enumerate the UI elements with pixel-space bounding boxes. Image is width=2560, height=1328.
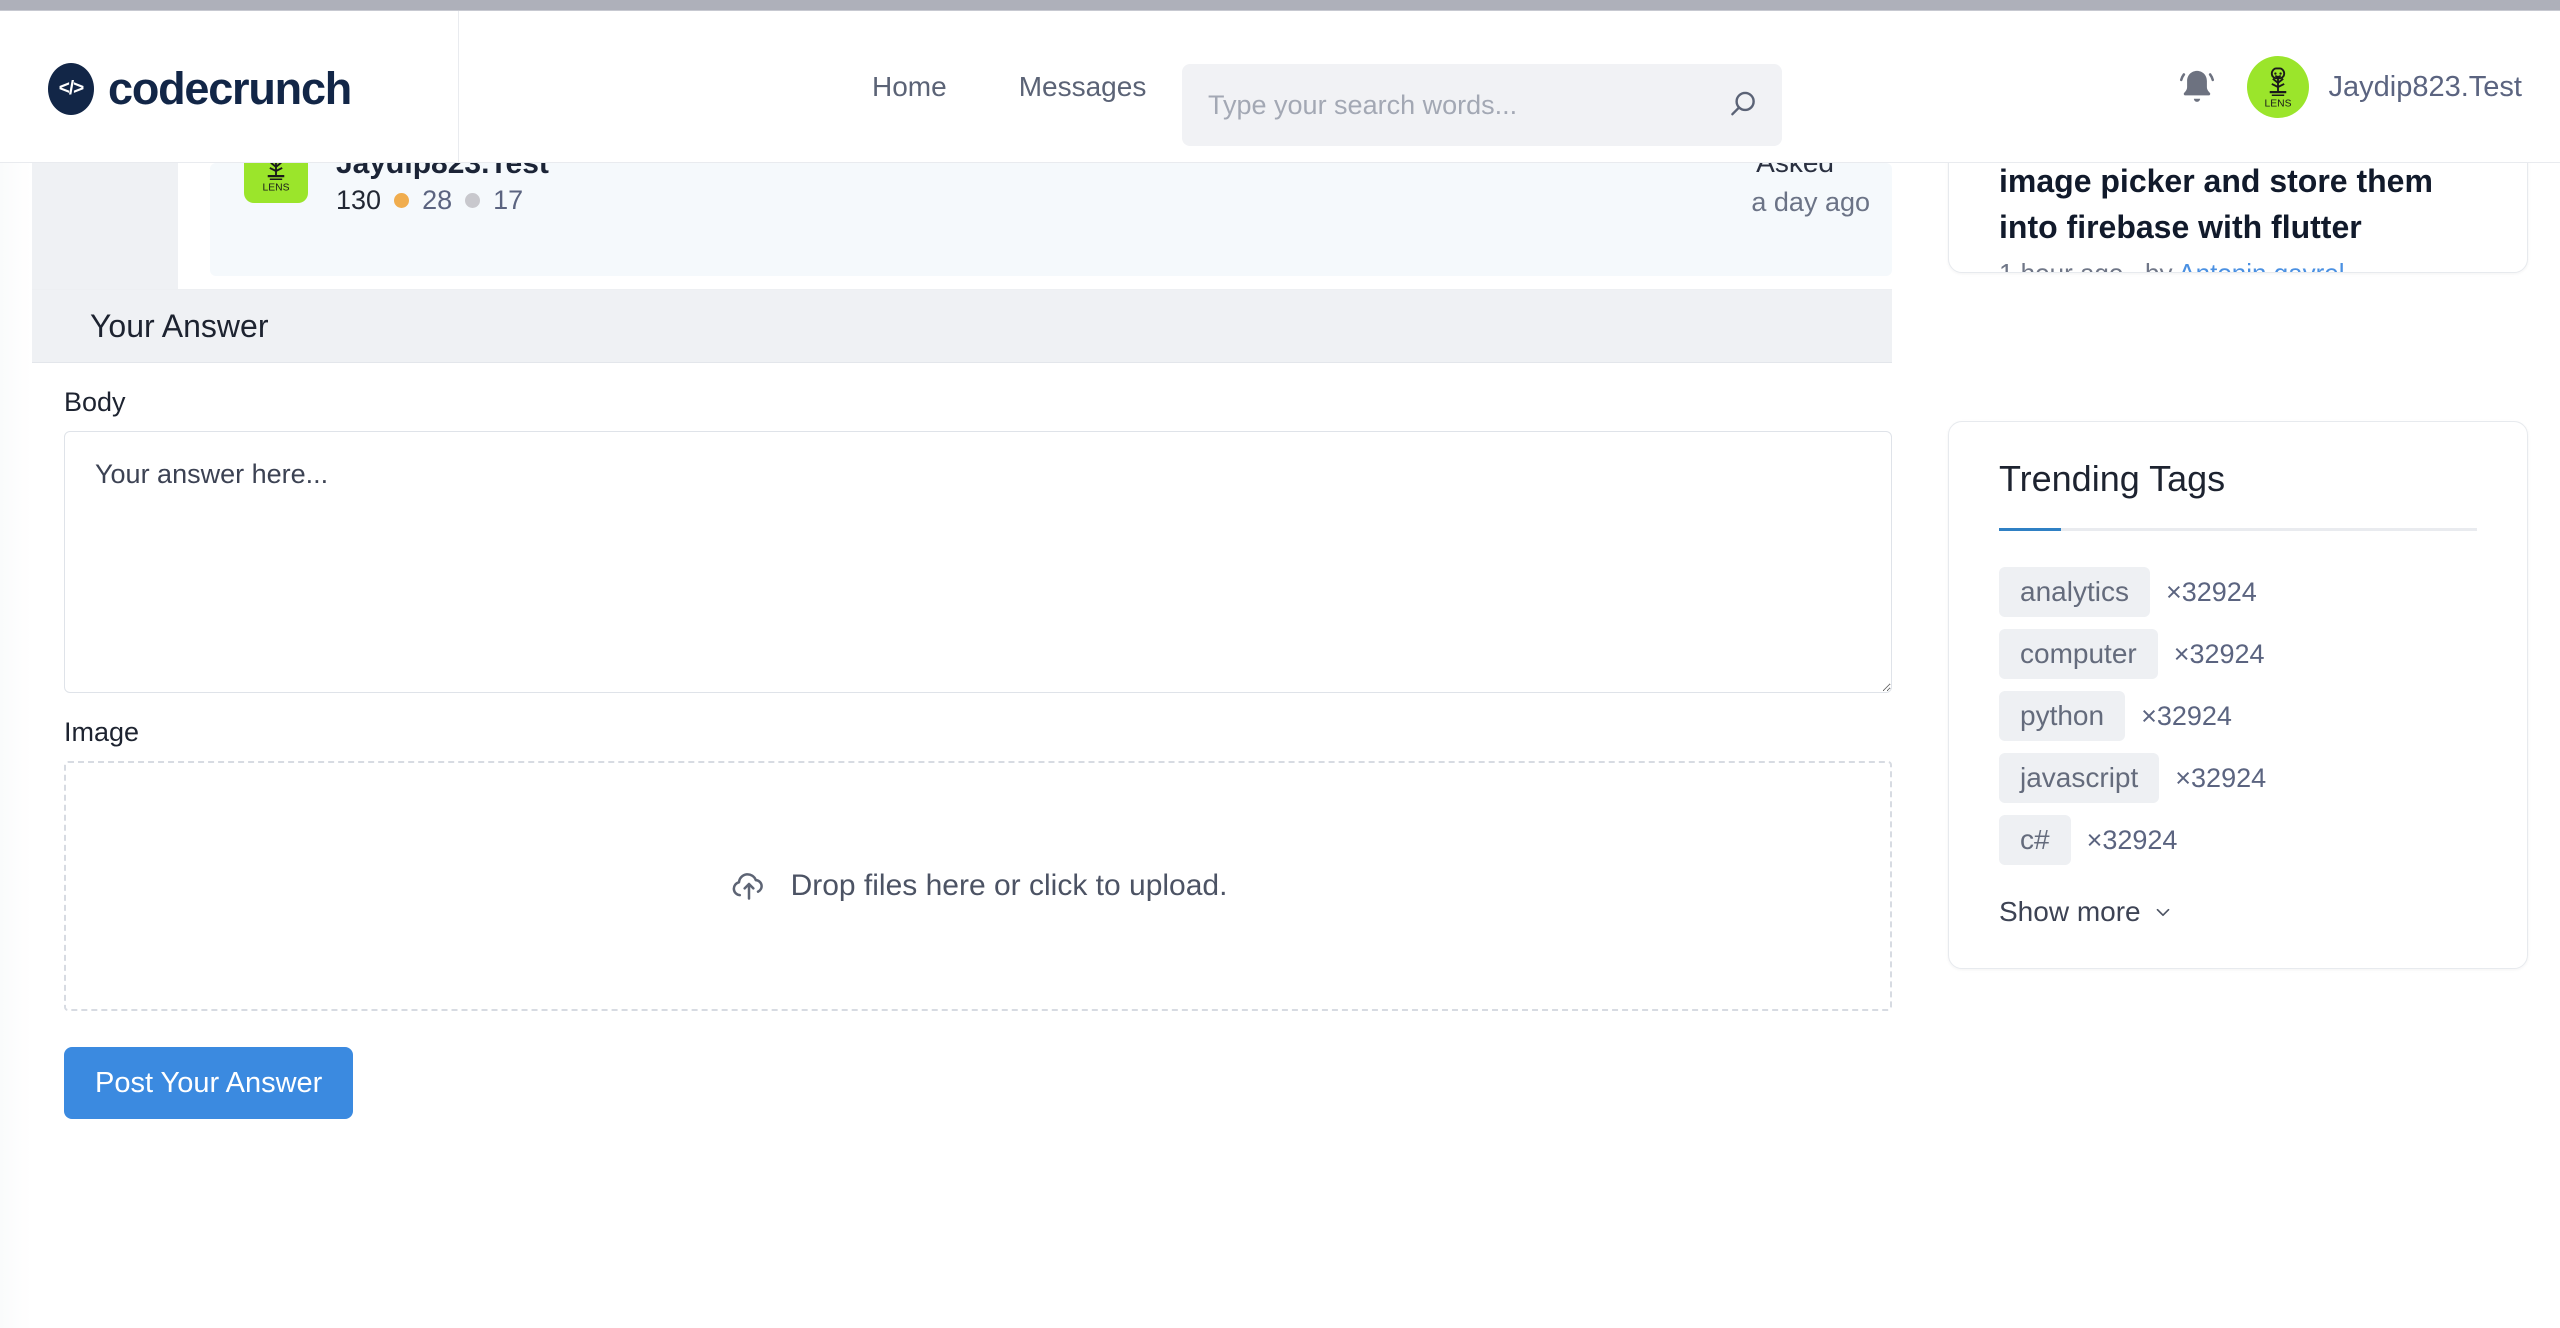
asker-info-box: LENS Jaydip823.Test 130 28 17 Asked a da… <box>210 163 1892 276</box>
trending-tags-title: Trending Tags <box>1999 458 2226 499</box>
asker-reputation-stats: 130 28 17 <box>336 185 523 216</box>
tag-row: computer ×32924 <box>1999 629 2477 679</box>
post-answer-button[interactable]: Post Your Answer <box>64 1047 354 1119</box>
question-meta-card: LENS Jaydip823.Test 130 28 17 Asked a da… <box>32 163 1892 290</box>
tag-analytics[interactable]: analytics <box>1999 567 2150 617</box>
tag-computer-count: ×32924 <box>2173 638 2265 669</box>
tag-row: c# ×32924 <box>1999 815 2477 865</box>
tag-analytics-count: ×32924 <box>2165 576 2257 607</box>
asked-timestamp: a day ago <box>1751 187 1870 217</box>
tag-row: analytics ×32924 <box>1999 567 2477 617</box>
reputation-score: 130 <box>336 185 382 215</box>
asker-avatar[interactable]: LENS <box>244 163 308 203</box>
tag-row: javascript ×32924 <box>1999 753 2477 803</box>
tag-javascript-count: ×32924 <box>2175 762 2267 793</box>
cloud-upload-icon <box>732 873 763 900</box>
hot-question-title[interactable]: image picker and store them into firebas… <box>1999 158 2479 250</box>
main-nav: Home Messages <box>858 11 1160 163</box>
hot-question-time: 1 hour ago <box>1999 258 2124 273</box>
trending-tags-card: Trending Tags analytics ×32924 computer … <box>1948 421 2528 969</box>
gold-badge-icon <box>394 193 410 208</box>
search-input[interactable] <box>1182 89 1704 121</box>
silver-badge-icon <box>465 193 481 208</box>
dropzone-text: Drop files here or click to upload. <box>790 869 1228 902</box>
search-icon <box>1731 91 1755 116</box>
tag-row: python ×32924 <box>1999 691 2477 741</box>
search-button[interactable] <box>1704 64 1782 146</box>
tag-csharp-count: ×32924 <box>2086 824 2178 855</box>
header-actions: LENS Jaydip823.Test <box>2175 11 2522 163</box>
image-dropzone[interactable]: Drop files here or click to upload. <box>64 761 1892 1011</box>
notifications-button[interactable] <box>2175 65 2219 109</box>
answer-body-input[interactable] <box>64 431 1892 693</box>
username-label: Jaydip823.Test <box>2328 70 2522 103</box>
tag-python-count: ×32924 <box>2141 700 2232 731</box>
your-answer-header: Your Answer <box>32 290 1892 363</box>
user-menu[interactable]: LENS Jaydip823.Test <box>2246 56 2522 118</box>
by-label: by <box>2145 258 2173 273</box>
lens-logo-icon: LENS <box>2264 67 2291 110</box>
page-body: LENS Jaydip823.Test 130 28 17 Asked a da… <box>0 81 2560 1328</box>
right-sidebar: image picker and store them into firebas… <box>1948 81 2528 969</box>
notification-bell-icon <box>2179 70 2214 102</box>
left-rail <box>0 163 32 1328</box>
image-label: Image <box>64 717 140 747</box>
body-label: Body <box>64 387 126 417</box>
main-column: LENS Jaydip823.Test 130 28 17 Asked a da… <box>32 163 1892 1119</box>
nav-item-home[interactable]: Home <box>858 63 961 111</box>
code-brackets-icon: </> <box>48 63 94 115</box>
show-more-label: Show more <box>1999 896 2141 927</box>
show-more-tags-button[interactable]: Show more <box>1999 896 2174 928</box>
hot-question-author[interactable]: Antonin gavrel <box>2178 258 2344 272</box>
tag-csharp[interactable]: c# <box>1999 815 2071 865</box>
horizontal-scrollbar[interactable] <box>0 0 2560 11</box>
silver-badge-count: 17 <box>493 185 524 215</box>
site-logo[interactable]: </> codecrunch <box>48 63 352 115</box>
site-header: </> codecrunch Home Messages Type your s… <box>0 11 2560 163</box>
nav-item-messages[interactable]: Messages <box>1005 63 1161 111</box>
svg-text:LENS: LENS <box>2264 99 2291 110</box>
tag-python[interactable]: python <box>1999 691 2126 741</box>
asker-name[interactable]: Jaydip823.Test <box>336 163 549 181</box>
asked-label: Asked <box>1756 163 1834 179</box>
vote-gutter <box>32 163 178 289</box>
gold-badge-count: 28 <box>422 185 453 215</box>
meta-separator: . <box>2130 258 2138 273</box>
trending-tags-underline <box>1999 528 2477 531</box>
search-bar[interactable] <box>1182 64 1782 146</box>
your-answer-title: Your Answer <box>90 307 269 344</box>
chevron-down-icon <box>2156 908 2169 917</box>
lens-logo-icon: LENS <box>263 163 290 194</box>
logo-wordmark: codecrunch <box>108 63 352 114</box>
tag-computer[interactable]: computer <box>1999 629 2158 679</box>
avatar: LENS <box>2246 56 2309 118</box>
tag-javascript[interactable]: javascript <box>1999 753 2160 803</box>
hot-question-meta: 1 hour ago . by Antonin gavrel <box>1999 258 2345 273</box>
header-divider <box>458 11 459 163</box>
svg-text:LENS: LENS <box>263 183 290 194</box>
